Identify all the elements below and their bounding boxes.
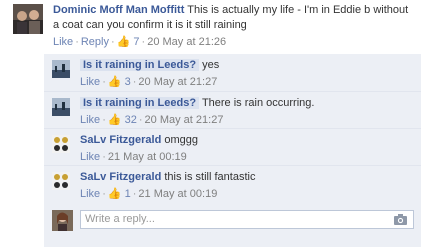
list-item: SaLv Fitzgerald this is still fantastic … bbox=[44, 166, 421, 203]
list-item: Is it raining in Leeds? yes Like · 👍 3 · 20 … bbox=[44, 54, 421, 91]
reply-timestamp[interactable]: 20 May at 21:27 bbox=[145, 114, 224, 126]
comment-timestamp[interactable]: 20 May at 21:26 bbox=[147, 36, 226, 48]
like-link[interactable]: Like bbox=[80, 76, 100, 88]
avatar[interactable] bbox=[52, 135, 70, 153]
write-reply-row: Write a reply... bbox=[44, 203, 421, 247]
like-count[interactable]: 7 bbox=[133, 36, 139, 48]
like-count[interactable]: 32 bbox=[125, 114, 137, 126]
avatar[interactable] bbox=[52, 98, 70, 116]
thumbs-up-icon[interactable]: 👍 bbox=[108, 75, 122, 90]
reply-meta: Like · 21 May at 00:19 bbox=[80, 151, 187, 163]
reply-meta: Like · 👍 1 · 21 May at 00:19 bbox=[80, 187, 218, 202]
like-link[interactable]: Like bbox=[80, 151, 100, 163]
reply-meta: Like · 👍 3 · 20 May at 21:27 bbox=[80, 75, 218, 90]
thumbs-up-icon[interactable]: 👍 bbox=[117, 35, 131, 50]
replies-list: Is it raining in Leeds? yes Like · 👍 3 · 20 … bbox=[44, 54, 421, 204]
reply-author[interactable]: SaLv Fitzgerald bbox=[80, 134, 161, 146]
like-link[interactable]: Like bbox=[53, 36, 73, 48]
avatar bbox=[52, 210, 73, 231]
reply-input-placeholder: Write a reply... bbox=[85, 213, 155, 225]
thumbs-up-icon[interactable]: 👍 bbox=[108, 187, 122, 202]
reply-timestamp[interactable]: 21 May at 00:19 bbox=[108, 151, 187, 163]
reply-author[interactable]: Is it raining in Leeds? bbox=[80, 97, 200, 109]
reply-meta: Like · 👍 32 · 20 May at 21:27 bbox=[80, 113, 224, 128]
reply-link[interactable]: Reply bbox=[81, 36, 109, 48]
reply-author[interactable]: Is it raining in Leeds? bbox=[80, 59, 200, 71]
comment-meta: Like · Reply · 👍 7 · 20 May at 21:26 bbox=[53, 35, 227, 50]
list-item: Is it raining in Leeds? There is rain oc… bbox=[44, 92, 421, 128]
thumbs-up-icon[interactable]: 👍 bbox=[108, 113, 122, 128]
reply-timestamp[interactable]: 21 May at 00:19 bbox=[138, 188, 217, 200]
reply-input[interactable]: Write a reply... bbox=[80, 210, 414, 229]
reply-text: omggg bbox=[164, 134, 198, 146]
reply-text: yes bbox=[202, 59, 220, 71]
list-item: SaLv Fitzgerald omggg Like · 21 May at 00:… bbox=[44, 129, 421, 165]
like-count[interactable]: 1 bbox=[125, 188, 131, 200]
camera-icon[interactable] bbox=[394, 214, 407, 225]
reply-author[interactable]: SaLv Fitzgerald bbox=[80, 171, 161, 183]
comment-author[interactable]: Dominic Moff Man Moffitt bbox=[53, 4, 184, 16]
avatar[interactable] bbox=[52, 60, 70, 78]
reply-text: this is still fantastic bbox=[164, 171, 256, 183]
avatar[interactable] bbox=[52, 172, 70, 190]
reply-timestamp[interactable]: 20 May at 21:27 bbox=[138, 76, 217, 88]
reply-text: There is rain occurring. bbox=[201, 97, 315, 109]
like-link[interactable]: Like bbox=[80, 188, 100, 200]
like-link[interactable]: Like bbox=[80, 114, 100, 126]
top-comment: Dominic Moff Man Moffitt This is actuall… bbox=[0, 0, 421, 54]
like-count[interactable]: 3 bbox=[125, 76, 131, 88]
avatar[interactable] bbox=[13, 4, 43, 34]
